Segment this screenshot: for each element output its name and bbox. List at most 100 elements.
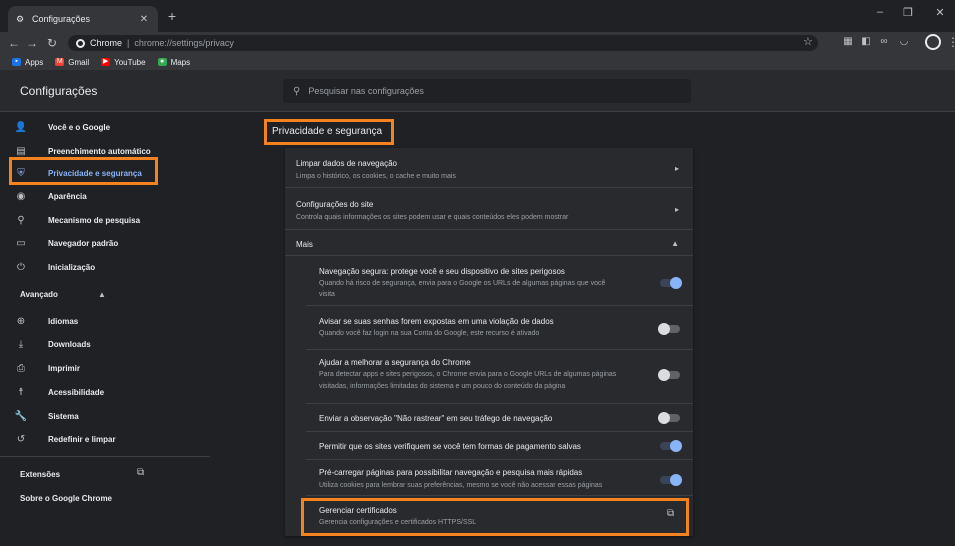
sidebar-item-label: Preenchimento automático bbox=[48, 146, 151, 156]
sidebar-item-imprimir[interactable]: ⎙ Imprimir bbox=[14, 359, 80, 377]
sidebar-item-aparencia[interactable]: ◉ Aparência bbox=[14, 187, 87, 205]
bookmark-label: Maps bbox=[170, 57, 191, 67]
payment-methods-row: Permitir que os sites verifiquem se você… bbox=[306, 432, 693, 460]
highlight-box-section-title bbox=[264, 119, 394, 145]
sidebar-divider bbox=[0, 456, 210, 457]
sidebar-item-inicializacao[interactable]: ⏻ Inicialização bbox=[14, 258, 95, 276]
toggle-knob bbox=[670, 440, 682, 452]
new-tab-button[interactable]: + bbox=[164, 8, 180, 24]
safe-browsing-toggle[interactable] bbox=[660, 277, 682, 289]
row-title: Ajudar a melhorar a segurança do Chrome bbox=[319, 358, 471, 367]
highlight-box-sidebar bbox=[9, 157, 158, 185]
sidebar-item-navegador-padrao[interactable]: ▭ Navegador padrão bbox=[14, 234, 118, 252]
minimize-icon[interactable]: – bbox=[870, 6, 890, 18]
improve-security-toggle[interactable] bbox=[658, 369, 680, 381]
maps-pin-icon: ● bbox=[157, 58, 167, 66]
restore-icon[interactable]: ❐ bbox=[898, 6, 918, 19]
profile-avatar-icon[interactable] bbox=[925, 34, 941, 50]
sidebar-item-acessibilidade[interactable]: ☨ Acessibilidade bbox=[14, 383, 104, 401]
toggle-knob bbox=[670, 474, 682, 486]
search-icon: ⚲ bbox=[17, 214, 25, 226]
sidebar-item-sistema[interactable]: 🔧 Sistema bbox=[14, 407, 79, 425]
row-subtitle: Utiliza cookies para lembrar suas prefer… bbox=[319, 482, 603, 489]
sidebar-item-label: Navegador padrão bbox=[48, 238, 119, 248]
search-placeholder: Pesquisar nas configurações bbox=[308, 86, 424, 96]
printer-icon: ⎙ bbox=[17, 362, 25, 374]
clear-browsing-data-row[interactable]: Limpar dados de navegação Limpa o histór… bbox=[285, 148, 693, 188]
chevron-up-icon: ▲ bbox=[97, 290, 106, 299]
preload-pages-row: Pré-carregar páginas para possibilitar n… bbox=[306, 460, 693, 496]
gear-icon: ⚙ bbox=[16, 14, 25, 24]
sidebar-item-extensoes[interactable]: Extensões bbox=[20, 470, 60, 479]
toggle-knob bbox=[658, 369, 670, 381]
sidebar-item-mecanismo[interactable]: ⚲ Mecanismo de pesquisa bbox=[14, 211, 140, 229]
download-icon: ⤓ bbox=[18, 338, 24, 350]
extension-icon-2[interactable]: ◧ bbox=[860, 36, 872, 48]
sidebar-item-sobre[interactable]: Sobre o Google Chrome bbox=[20, 494, 112, 503]
gmail-icon: M bbox=[55, 58, 65, 66]
chevron-up-icon: ▲ bbox=[671, 239, 679, 248]
back-icon[interactable]: ← bbox=[6, 35, 22, 51]
bookmark-gmail[interactable]: M Gmail bbox=[55, 58, 89, 67]
sidebar-item-label: Mecanismo de pesquisa bbox=[48, 215, 141, 225]
sidebar-item-voce-e-o-google[interactable]: 👤 Você e o Google bbox=[14, 118, 110, 136]
row-subtitle: Controla quais informações os sites pode… bbox=[296, 214, 569, 221]
chrome-logo-icon bbox=[76, 38, 85, 48]
row-title: Limpar dados de navegação bbox=[296, 159, 397, 168]
sidebar-item-label: Acessibilidade bbox=[48, 387, 105, 397]
tab-settings[interactable]: ⚙ Configurações ✕ bbox=[8, 6, 158, 32]
tab-title: Configurações bbox=[32, 14, 91, 24]
more-toggle-row[interactable]: Mais ▲ bbox=[285, 230, 693, 256]
bookmark-apps[interactable]: ▪ Apps bbox=[12, 58, 43, 67]
payment-methods-toggle[interactable] bbox=[660, 440, 682, 452]
row-subtitle: Quando você faz login na sua Conta do Go… bbox=[319, 330, 540, 337]
toggle-knob bbox=[658, 323, 670, 335]
bookmark-youtube[interactable]: ▶ YouTube bbox=[101, 57, 146, 67]
chevron-right-icon: ▸ bbox=[674, 164, 679, 173]
bookmark-maps[interactable]: ● Maps bbox=[157, 57, 191, 67]
about-label: Sobre o Google Chrome bbox=[20, 494, 113, 503]
reload-icon[interactable]: ↻ bbox=[44, 35, 60, 51]
sidebar-item-idiomas[interactable]: ⊕ Idiomas bbox=[14, 312, 78, 330]
bookmarks-bar: ▪ Apps M Gmail ▶ YouTube ● Maps bbox=[0, 54, 955, 70]
sidebar-item-label: Você e o Google bbox=[48, 122, 111, 132]
row-title: Permitir que os sites verifiquem se você… bbox=[319, 442, 581, 451]
power-icon: ⏻ bbox=[17, 261, 25, 273]
extension-icon-3[interactable]: ∞ bbox=[878, 36, 890, 48]
row-subtitle: Quando há risco de segurança, envia para… bbox=[319, 280, 606, 287]
password-leak-toggle[interactable] bbox=[658, 323, 680, 335]
more-label: Mais bbox=[296, 240, 313, 249]
sidebar-item-label: Inicialização bbox=[48, 262, 96, 272]
close-window-icon[interactable]: ✕ bbox=[930, 6, 950, 19]
menu-dots-icon[interactable]: ⋮ bbox=[947, 35, 955, 49]
row-title: Navegação segura: protege você e seu dis… bbox=[319, 267, 565, 276]
row-subtitle: Para detectar apps e sites perigosos, o … bbox=[319, 371, 617, 378]
close-tab-icon[interactable]: ✕ bbox=[138, 14, 150, 25]
bookmark-star-icon[interactable]: ☆ bbox=[803, 35, 813, 48]
bookmark-label: Gmail bbox=[68, 57, 90, 67]
row-title: Avisar se suas senhas forem expostas em … bbox=[319, 317, 554, 326]
forward-icon[interactable]: → bbox=[24, 35, 40, 51]
address-bar[interactable]: Chrome | chrome:// settings/privacy bbox=[68, 35, 818, 51]
preload-pages-toggle[interactable] bbox=[660, 474, 682, 486]
apps-grid-icon: ▪ bbox=[12, 58, 21, 66]
bookmark-label: YouTube bbox=[114, 57, 146, 67]
page-title: Configurações bbox=[20, 84, 98, 98]
site-settings-row[interactable]: Configurações do site Controla quais inf… bbox=[285, 188, 693, 230]
highlight-box-certificates bbox=[301, 498, 689, 536]
open-in-new-icon[interactable]: ⧉ bbox=[137, 467, 144, 478]
sidebar-item-label: Imprimir bbox=[48, 363, 81, 373]
sidebar-advanced-toggle[interactable]: Avançado ▲ bbox=[20, 290, 106, 299]
settings-header: Configurações ⚲ Pesquisar nas configuraç… bbox=[0, 70, 955, 112]
globe-icon: ⊕ bbox=[16, 315, 26, 327]
sidebar-item-redefinir[interactable]: ↺ Redefinir e limpar bbox=[14, 430, 116, 448]
extension-icon-4[interactable]: ◡ bbox=[898, 36, 910, 48]
sidebar-item-downloads[interactable]: ⤓ Downloads bbox=[14, 335, 91, 353]
settings-search-input[interactable]: ⚲ Pesquisar nas configurações bbox=[283, 79, 691, 103]
accessibility-icon: ☨ bbox=[18, 386, 24, 398]
do-not-track-toggle[interactable] bbox=[658, 412, 680, 424]
do-not-track-row: Enviar a observação "Não rastrear" em se… bbox=[306, 404, 693, 432]
reset-icon: ↺ bbox=[16, 433, 26, 445]
extension-icon-1[interactable]: ▦ bbox=[842, 36, 854, 48]
row-title: Pré-carregar páginas para possibilitar n… bbox=[319, 468, 583, 477]
